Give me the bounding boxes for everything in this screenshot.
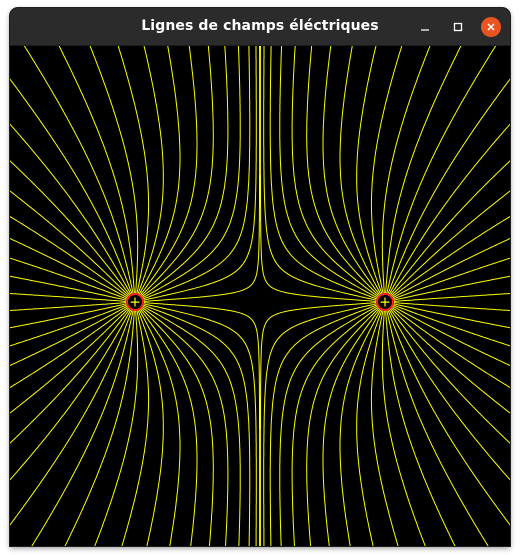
maximize-icon xyxy=(453,22,463,32)
close-button[interactable] xyxy=(481,17,501,37)
maximize-button[interactable] xyxy=(448,17,468,37)
app-window: Lignes de champs éléctriques + + xyxy=(10,8,510,546)
field-lines-drawing: + + xyxy=(10,46,510,546)
minimize-button[interactable] xyxy=(415,17,435,37)
title-bar[interactable]: Lignes de champs éléctriques xyxy=(10,8,510,46)
close-icon xyxy=(487,23,495,31)
minimize-icon xyxy=(421,29,429,31)
charge-right-sign: + xyxy=(379,295,391,311)
charge-right[interactable]: + xyxy=(376,293,394,311)
field-canvas[interactable]: + + xyxy=(10,46,510,546)
window-title: Lignes de champs éléctriques xyxy=(141,18,379,34)
charge-left-sign: + xyxy=(129,295,141,311)
charge-left[interactable]: + xyxy=(126,293,144,311)
